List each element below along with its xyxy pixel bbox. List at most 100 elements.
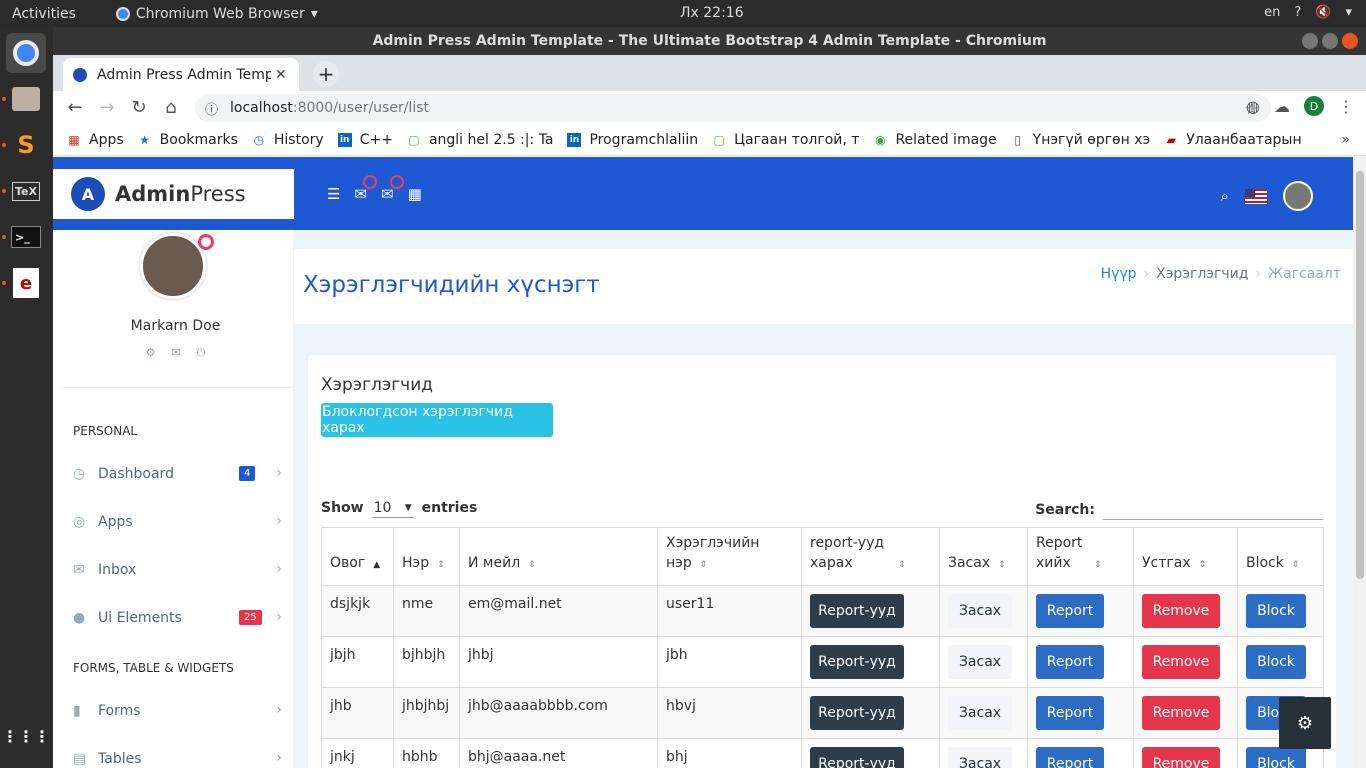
view-reports-button[interactable]: Report-ууд bbox=[810, 747, 904, 768]
edit-button[interactable]: Засах bbox=[948, 594, 1012, 628]
more-bookmarks-icon[interactable]: » bbox=[1341, 132, 1350, 148]
entries-select[interactable]: 10 ▼ bbox=[371, 498, 414, 518]
close-tab-icon[interactable]: ✕ bbox=[275, 67, 287, 83]
minimize-button[interactable] bbox=[1302, 33, 1318, 49]
bookmark-label: Bookmarks bbox=[159, 131, 238, 148]
col-email[interactable]: И мейл ⇕ bbox=[459, 527, 658, 586]
col-username[interactable]: Хэрэглэчийн нэр ⇕ bbox=[657, 527, 802, 586]
home-button[interactable]: ⌂ bbox=[155, 97, 187, 118]
remove-button[interactable]: Remove bbox=[1142, 696, 1220, 730]
page-scrollbar[interactable] bbox=[1353, 157, 1366, 768]
dock-terminal[interactable]: >_ bbox=[2, 217, 46, 257]
info-icon[interactable]: ⓘ bbox=[205, 99, 218, 118]
user-name[interactable]: Markarn Doe bbox=[58, 318, 293, 334]
messages-icon[interactable]: ✉ bbox=[381, 175, 404, 203]
show-apps-button[interactable]: ⋮⋮⋮ bbox=[2, 716, 50, 756]
dock-chromium[interactable] bbox=[6, 33, 46, 73]
remove-button[interactable]: Remove bbox=[1142, 747, 1220, 768]
view-reports-button[interactable]: Report-ууд bbox=[810, 645, 904, 679]
sidebar-item-ui-elements[interactable]: ● Ui Elements 25 › bbox=[73, 607, 288, 629]
dock-editor[interactable]: e bbox=[2, 263, 46, 303]
col-last-name[interactable]: Овог ▲ bbox=[321, 527, 394, 586]
view-reports-button[interactable]: Report-ууд bbox=[810, 696, 904, 730]
reload-button[interactable]: ↻ bbox=[123, 97, 155, 118]
col-view-reports[interactable]: report-ууд харах ⇕ bbox=[801, 527, 940, 586]
notifications-icon[interactable]: ✉ bbox=[354, 175, 378, 203]
dock-sublime[interactable]: S bbox=[2, 125, 46, 165]
back-button[interactable]: ← bbox=[59, 97, 91, 118]
sidebar-item-apps[interactable]: ◎ Apps › bbox=[73, 511, 288, 533]
sidebar-item-dashboard[interactable]: ◷ Dashboard 4 › bbox=[73, 463, 288, 485]
new-tab-button[interactable]: + bbox=[313, 61, 339, 87]
block-button[interactable]: Block bbox=[1246, 645, 1306, 679]
edit-button[interactable]: Засах bbox=[948, 696, 1012, 730]
clock[interactable]: Лх 22:16 bbox=[680, 5, 744, 21]
breadcrumb-home[interactable]: Нүүр bbox=[1101, 266, 1137, 282]
settings-gear-button[interactable]: ⚙ bbox=[1279, 697, 1331, 749]
col-remove[interactable]: Устгах ⇕ bbox=[1133, 527, 1238, 586]
avatar[interactable] bbox=[140, 233, 206, 299]
user-profile: Markarn Doe ⚙ ✉ ⏻ bbox=[58, 230, 293, 388]
dock-files[interactable] bbox=[2, 79, 46, 119]
search-icon[interactable]: ⌕ bbox=[1221, 187, 1229, 205]
bookmark-item[interactable]: ▯ Үнэгүй өргөн хэ bbox=[1011, 132, 1150, 148]
sidebar-item-inbox[interactable]: ✉ Inbox › bbox=[73, 559, 288, 581]
menu-toggle-icon[interactable]: ☰ bbox=[327, 185, 340, 203]
report-button[interactable]: Report bbox=[1036, 594, 1104, 628]
col-first-name[interactable]: Нэр ⇕ bbox=[393, 527, 460, 586]
menu-kebab-icon[interactable]: ⋮ bbox=[1338, 97, 1354, 116]
sidebar-item-tables[interactable]: ▤ Tables › bbox=[73, 748, 288, 768]
view-blocked-users-button[interactable]: Блоклогдсон хэрэглэгчид харах bbox=[321, 403, 553, 437]
remove-button[interactable]: Remove bbox=[1142, 594, 1220, 628]
profile-avatar[interactable]: D bbox=[1304, 96, 1324, 116]
col-block[interactable]: Block ⇕ bbox=[1237, 527, 1324, 586]
bookmark-item[interactable]: ◉ Related image bbox=[873, 132, 996, 148]
bookmark-item[interactable]: ▢ Цагаан толгой, т bbox=[712, 132, 859, 148]
report-button[interactable]: Report bbox=[1036, 747, 1104, 768]
extension-icon[interactable]: ◍ bbox=[1246, 97, 1260, 116]
email: jhbj bbox=[468, 647, 494, 663]
report-button[interactable]: Report bbox=[1036, 696, 1104, 730]
bookmark-item[interactable]: ▢ angli hel 2.5 :|: Ta bbox=[407, 132, 553, 148]
col-make-report[interactable]: Report хийх ⇕ bbox=[1027, 527, 1134, 586]
brand-logo[interactable]: A AdminPress bbox=[53, 169, 294, 219]
help-icon[interactable]: ? bbox=[1294, 5, 1301, 20]
view-reports-button[interactable]: Report-ууд bbox=[810, 594, 904, 628]
edit-button[interactable]: Засах bbox=[948, 645, 1012, 679]
volume-icon[interactable]: 🔇 bbox=[1315, 5, 1331, 20]
report-button[interactable]: Report bbox=[1036, 645, 1104, 679]
browser-tab[interactable]: Admin Press Admin Template ✕ bbox=[63, 58, 299, 91]
close-window-button[interactable] bbox=[1342, 33, 1358, 49]
bookmark-item[interactable]: ★ Bookmarks bbox=[138, 132, 238, 148]
activities-button[interactable]: Activities bbox=[12, 6, 76, 22]
sidebar-item-forms[interactable]: ▮ Forms › bbox=[73, 700, 288, 722]
block-button[interactable]: Block bbox=[1246, 747, 1306, 768]
bookmark-item[interactable]: ◷ History bbox=[252, 132, 324, 148]
block-button[interactable]: Block bbox=[1246, 594, 1306, 628]
col-edit[interactable]: Засах ⇕ bbox=[939, 527, 1028, 586]
bookmark-item[interactable]: in C++ bbox=[337, 132, 393, 148]
edit-button[interactable]: Засах bbox=[948, 747, 1012, 768]
system-menu-icon[interactable]: ▾ bbox=[1345, 5, 1352, 20]
scrollbar-thumb[interactable] bbox=[1356, 171, 1364, 579]
mega-menu-icon[interactable]: ▦ bbox=[408, 185, 422, 203]
table-cell: Report-ууд bbox=[801, 636, 940, 688]
header-avatar[interactable] bbox=[1283, 181, 1313, 211]
power-icon[interactable]: ⏻ bbox=[197, 346, 206, 360]
mail-icon[interactable]: ✉ bbox=[171, 346, 180, 360]
language-indicator[interactable]: en bbox=[1264, 5, 1280, 20]
app-menu[interactable]: Chromium Web Browser ▾ bbox=[115, 6, 318, 22]
breadcrumb-users[interactable]: Хэрэглэгчид bbox=[1156, 266, 1248, 282]
address-bar[interactable]: ⓘ localhost:8000/user/user/list ☆ bbox=[195, 94, 1271, 122]
remove-button[interactable]: Remove bbox=[1142, 645, 1220, 679]
settings-gear-icon[interactable]: ⚙ bbox=[146, 346, 156, 360]
bookmark-item[interactable]: ▰ Улаанбаатарын bbox=[1164, 132, 1302, 148]
cast-icon[interactable]: ☁ bbox=[1274, 97, 1290, 116]
forward-button[interactable]: → bbox=[91, 97, 123, 118]
dock-texmaker[interactable]: TeX bbox=[2, 171, 46, 211]
us-flag-icon[interactable] bbox=[1245, 188, 1267, 204]
bookmark-item[interactable]: in Programchlaliin bbox=[567, 132, 698, 148]
bookmark-item[interactable]: ▦ Apps bbox=[67, 132, 123, 148]
search-input[interactable] bbox=[1103, 500, 1323, 520]
maximize-button[interactable] bbox=[1322, 33, 1338, 49]
